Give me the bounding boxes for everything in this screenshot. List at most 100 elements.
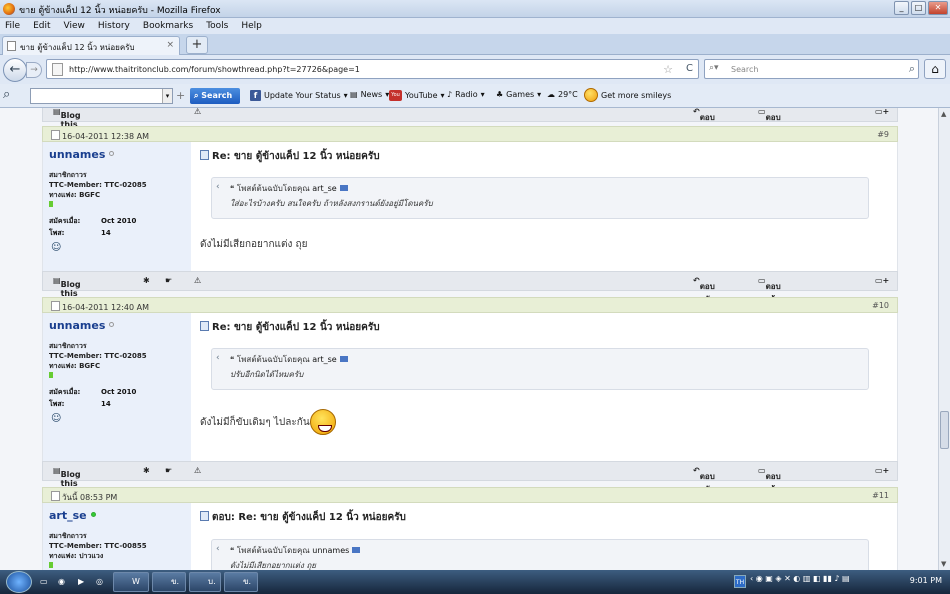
view-post-icon[interactable]	[352, 547, 361, 553]
weather-item[interactable]: ☁ 29°C	[547, 90, 578, 99]
menu-tools[interactable]: Tools	[206, 21, 228, 31]
post-title: ตอบ: Re: ขาย ตู้ข้างแค็ป 12 นิ้ว หน่อยคร…	[200, 510, 406, 525]
username[interactable]: unnames	[49, 148, 115, 161]
menu-file[interactable]: File	[5, 21, 20, 31]
update-status-item[interactable]: f Update Your Status ▾	[250, 90, 348, 101]
quote-arrow-icon: ‹	[216, 353, 220, 363]
taskbar-item-firefox-2[interactable]: ข.	[224, 572, 258, 592]
post-icon	[200, 150, 209, 160]
report-icon[interactable]: ⚠	[194, 276, 201, 285]
offline-status-icon	[109, 322, 115, 327]
post-count: โพส: 14	[49, 400, 111, 408]
taskbar-item-firefox-1[interactable]: ข.	[152, 572, 186, 592]
report-icon[interactable]: ⚠	[194, 466, 201, 475]
back-button[interactable]: ←	[3, 58, 27, 82]
quicklaunch-icon[interactable]: ◎	[96, 573, 103, 591]
username[interactable]: unnames	[49, 319, 115, 332]
clock[interactable]: 9:01 PM	[910, 576, 942, 585]
reload-icon[interactable]: C	[686, 63, 693, 74]
blog-this-post-button[interactable]: ▤ Blog this Post	[53, 276, 81, 307]
search-go-icon[interactable]: ⌕	[909, 62, 915, 76]
quote-reply-button[interactable]: ▭ ตอบพร้อมอ้างข้อความ	[758, 466, 795, 520]
facebook-icon: f	[250, 90, 261, 101]
menu-view[interactable]: View	[64, 21, 85, 31]
join-date: สมัครเมื่อ: Oct 2010	[49, 388, 137, 396]
youtube-item[interactable]: You YouTube ▾	[389, 90, 445, 101]
quote-box: ‹ ❝ โพสต์ต้นฉบับโดยคุณ art_se ปรับอีกนิด…	[211, 348, 869, 390]
toolbar-search-button[interactable]: ⌕ Search	[190, 88, 240, 104]
media-player-icon[interactable]: ▶	[78, 573, 84, 591]
dropdown-icon[interactable]: ▾	[162, 89, 172, 103]
post-number[interactable]: #9	[877, 130, 889, 139]
scroll-thumb[interactable]	[940, 411, 949, 449]
games-item[interactable]: ♣ Games ▾	[496, 90, 541, 99]
post-number[interactable]: #11	[872, 491, 889, 500]
post-icon	[200, 511, 209, 521]
view-post-icon[interactable]	[339, 356, 348, 362]
news-icon: ▤	[350, 90, 358, 99]
close-button[interactable]: ✕	[928, 1, 948, 15]
post-11: วันนี้ 08:53 PM #11 art_se สมาชิกถาวร TT…	[42, 487, 898, 570]
report-icon[interactable]: ⚠	[194, 108, 201, 116]
new-tab-button[interactable]: +	[186, 36, 208, 54]
magnifier-icon[interactable]: ⌕	[3, 87, 10, 102]
reply-button[interactable]: ↶ ตอบกลับ	[693, 466, 715, 494]
tab-close-icon[interactable]: ×	[166, 40, 174, 50]
minimize-button[interactable]: _	[894, 1, 909, 15]
multiquote-icon[interactable]: ▭+	[875, 466, 889, 475]
multiquote-icon[interactable]: ▭+	[875, 108, 889, 116]
blog-this-post-button[interactable]: ▤ Blog this Post	[53, 108, 81, 138]
reply-button[interactable]: ↶ ตอบกลับ	[693, 276, 715, 304]
menu-edit[interactable]: Edit	[33, 21, 50, 31]
rate-icon[interactable]: ✱	[143, 276, 150, 285]
taskbar: ▭ ◉ ▶ ◎ W ข. บ. ข. TH ‹ ◉ ▣ ◈ ✕ ◐ ▥ ◧ ▮▮…	[0, 570, 950, 594]
post-number[interactable]: #10	[872, 301, 889, 310]
maximize-button[interactable]: □	[911, 1, 926, 15]
menu-help[interactable]: Help	[241, 21, 262, 31]
view-post-icon[interactable]	[339, 185, 348, 191]
firefox-icon	[3, 3, 15, 15]
user-info: unnames สมาชิกถาวร TTC-Member: TTC-02085…	[43, 142, 191, 271]
quote-reply-button[interactable]: ▭ ตอบพร้อมอ้างข้อความ	[758, 108, 795, 161]
vertical-scrollbar[interactable]: ▲ ▼	[938, 108, 950, 570]
username[interactable]: art_se	[49, 509, 96, 522]
user-avatar-icon[interactable]: ☺	[51, 413, 61, 424]
news-item[interactable]: ▤ News ▾	[350, 90, 389, 99]
reputation-icon	[49, 562, 53, 568]
scroll-up-icon[interactable]: ▲	[941, 110, 946, 118]
system-tray-icons[interactable]: ‹ ◉ ▣ ◈ ✕ ◐ ▥ ◧ ▮▮ ♪ ▤	[750, 574, 850, 583]
forum-page: ▤ Blog this Post ⚠ ↶ ตอบกลับ ▭ ตอบพร้อมอ…	[0, 108, 938, 570]
start-button[interactable]	[6, 571, 32, 593]
show-desktop-icon[interactable]: ▭	[40, 573, 48, 591]
offline-status-icon	[109, 151, 115, 156]
navigation-bar: ← → http://www.thaitritonclub.com/forum/…	[0, 55, 950, 84]
thanks-icon[interactable]: ☛	[165, 276, 172, 285]
tab-thread[interactable]: ขาย ตู้ข้างแค็ป 12 นิ้ว หน่อยครับ ×	[2, 36, 180, 55]
smileys-item[interactable]: Get more smileys	[584, 88, 671, 102]
reply-button[interactable]: ↶ ตอบกลับ	[693, 108, 715, 135]
forward-button[interactable]: →	[26, 62, 42, 78]
search-engine-icon[interactable]: ⌕▾	[709, 63, 719, 73]
rate-icon[interactable]: ✱	[143, 466, 150, 475]
menu-bookmarks[interactable]: Bookmarks	[143, 21, 193, 31]
home-button[interactable]: ⌂	[924, 59, 946, 79]
multiquote-icon[interactable]: ▭+	[875, 276, 889, 285]
taskbar-item-word[interactable]: W	[113, 572, 149, 592]
language-indicator[interactable]: TH	[734, 575, 746, 588]
blog-this-post-button[interactable]: ▤ Blog this Post	[53, 466, 81, 497]
quote-reply-button[interactable]: ▭ ตอบพร้อมอ้างข้อความ	[758, 276, 795, 330]
thanks-icon[interactable]: ☛	[165, 466, 172, 475]
online-status-icon	[90, 512, 96, 517]
bookmark-star-icon[interactable]: ☆	[663, 63, 673, 76]
toolbar-search-input[interactable]: ▾	[30, 88, 173, 104]
taskbar-item-app[interactable]: บ.	[189, 572, 221, 592]
url-text[interactable]: http://www.thaitritonclub.com/forum/show…	[69, 65, 360, 74]
radio-item[interactable]: ♪ Radio ▾	[447, 90, 485, 99]
user-avatar-icon[interactable]: ☺	[51, 242, 61, 253]
add-icon[interactable]: +	[176, 89, 185, 102]
search-bar[interactable]: ⌕▾ Search ⌕	[704, 59, 919, 79]
scroll-down-icon[interactable]: ▼	[941, 560, 946, 568]
url-bar[interactable]: http://www.thaitritonclub.com/forum/show…	[46, 59, 699, 79]
firefox-quicklaunch-icon[interactable]: ◉	[58, 573, 65, 591]
menu-history[interactable]: History	[98, 21, 130, 31]
